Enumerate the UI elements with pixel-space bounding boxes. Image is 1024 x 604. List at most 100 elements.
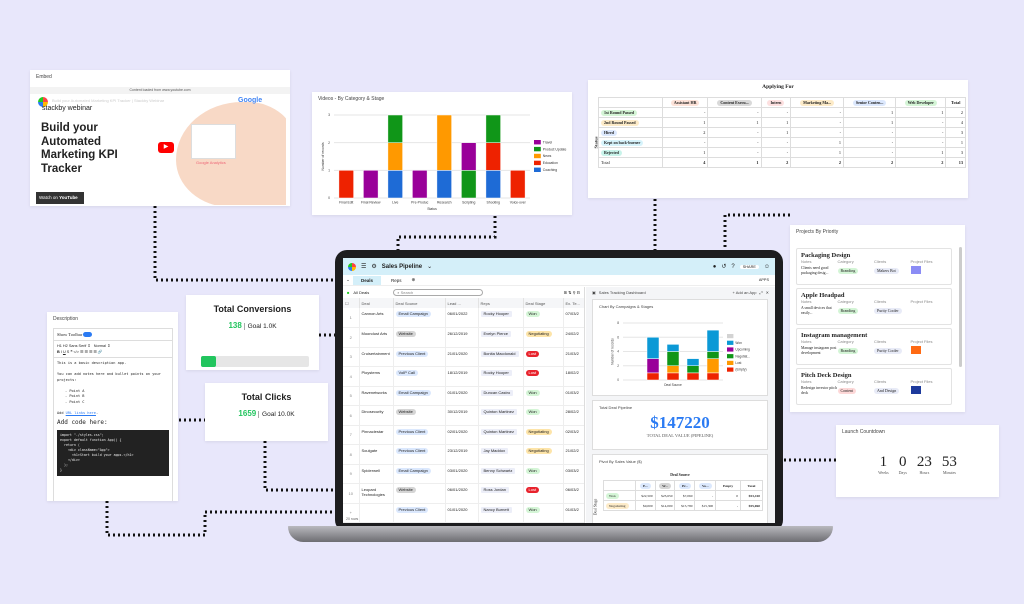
ex-cell[interactable]: 02/03/2 (563, 425, 584, 445)
ex-cell[interactable]: 18/02/2 (563, 366, 584, 387)
project-card[interactable]: Packaging Design Notes Category Clients Proj… (796, 248, 952, 285)
code-icon[interactable]: </> (73, 350, 79, 354)
bar-segment[interactable] (485, 114, 501, 143)
date-cell[interactable]: 06/01/2020 (445, 483, 479, 504)
ex-cell[interactable]: 01/03/2 (563, 386, 584, 406)
bar-segment[interactable] (387, 142, 403, 171)
font-select[interactable]: Sans Serif (69, 344, 87, 348)
stack-title[interactable]: Sales Pipeline (382, 264, 422, 270)
date-cell[interactable]: 01/01/2020 (445, 386, 479, 406)
editor[interactable]: Show Toolbar H1 H2 Sans Serif ⇕ Normal ⇕… (53, 328, 173, 501)
bar-segment[interactable] (412, 170, 428, 199)
bar-segment[interactable] (510, 170, 526, 199)
date-cell[interactable]: 06/01/2022 (445, 308, 479, 328)
apps-button[interactable]: APPS (759, 278, 769, 282)
bar-segment[interactable] (387, 114, 403, 143)
deal-cell[interactable]: Cannon Arts (359, 308, 394, 328)
project-card[interactable]: Pitch Deck Design Notes Category Clients Pro… (796, 368, 952, 405)
column-header[interactable]: Ex. Te... (563, 298, 584, 308)
rep-cell[interactable]: Jay Maddox (478, 444, 524, 465)
table-row[interactable]: 3 Cruisertainment Previous Client 21/01/202… (343, 347, 584, 367)
toolbar-toggle[interactable] (83, 332, 93, 338)
help-icon[interactable]: ? (731, 264, 734, 270)
ex-cell[interactable]: 03/03/2 (563, 464, 584, 484)
deal-cell[interactable]: Leopard Technologies (359, 483, 394, 504)
expand-icon[interactable]: ⤢ (759, 290, 762, 295)
youtube-video[interactable]: Build your Automated Marketing KPI Track… (36, 94, 286, 205)
date-cell[interactable]: 23/12/2019 (445, 444, 479, 465)
deal-cell[interactable] (359, 503, 394, 523)
table-row[interactable]: 7 Pinnaclestar Previous Client 02/01/2020 Qu… (343, 425, 584, 445)
stage-cell[interactable]: Won (523, 405, 564, 426)
ex-cell[interactable]: 21/02/2 (563, 444, 584, 465)
deal-cell[interactable]: Moondust Arts (359, 327, 394, 348)
rep-cell[interactable]: Evelyn Pierce (478, 327, 524, 348)
bar-segment[interactable] (387, 170, 403, 199)
stage-cell[interactable]: Negotiating (523, 327, 564, 348)
bar-segment[interactable] (485, 170, 501, 199)
toolbar-icons[interactable]: ⊞ ⇅ ⚲ ⊟ (564, 290, 580, 295)
bell-icon[interactable]: ● (713, 264, 717, 270)
chevron-down-icon[interactable]: ⌄ (427, 263, 432, 270)
date-cell[interactable]: 02/01/2020 (445, 425, 479, 445)
ex-cell[interactable]: 28/02/2 (563, 405, 584, 426)
deal-cell[interactable]: Dinosecurity (359, 405, 394, 426)
bar-segment[interactable] (666, 365, 680, 374)
tab-reps[interactable]: Reps (381, 276, 412, 285)
ex-cell[interactable]: 24/02/2 (563, 327, 584, 348)
source-cell[interactable]: Previous Client (393, 444, 446, 465)
source-cell[interactable]: Email Campaign (393, 386, 446, 406)
source-cell[interactable]: Previous Client (393, 425, 446, 445)
file-thumbnail[interactable] (910, 386, 921, 394)
date-cell[interactable]: 21/01/2020 (445, 347, 479, 367)
ex-cell[interactable]: 21/03/2 (563, 347, 584, 367)
search-input[interactable]: ⌕ Search (393, 289, 484, 296)
bar-segment[interactable] (686, 365, 700, 374)
share-button[interactable]: SHARE (739, 264, 759, 269)
stage-cell[interactable]: Lost (523, 483, 564, 504)
column-header[interactable]: Lead ... (445, 298, 479, 308)
date-cell[interactable]: 18/12/2019 (445, 366, 479, 387)
stage-cell[interactable]: Negotiating (523, 425, 564, 445)
dashboard-title[interactable]: Sales Tracking Dashboard (599, 290, 646, 295)
url-link[interactable]: URL links here (66, 411, 96, 415)
view-selector[interactable]: All Deals (353, 290, 369, 295)
source-cell[interactable]: Previous Client (393, 503, 446, 523)
project-card[interactable]: Apple Headpad Notes Category Clients Project… (796, 288, 952, 325)
rep-cell[interactable]: Quinton Martinez (478, 425, 524, 445)
h1-button[interactable]: H1 (57, 344, 62, 348)
table-row[interactable]: 9 Spiderwell Email Campaign 03/01/2020 Benny… (343, 464, 584, 484)
rep-cell[interactable]: Bonita Macdonald (478, 347, 524, 367)
bar-segment[interactable] (646, 372, 660, 381)
column-header[interactable]: Reps (478, 298, 524, 308)
add-tab-icon[interactable]: ⊕ (412, 277, 416, 283)
ex-cell[interactable]: 07/03/2 (563, 308, 584, 328)
stackby-logo[interactable] (348, 262, 356, 271)
table-row[interactable]: 4 Ploystems VoIP Call 18/12/2019 Rocky Hoope… (343, 366, 584, 387)
bar-segment[interactable] (646, 358, 660, 374)
link-icon[interactable]: 🔗 (98, 350, 103, 354)
stage-cell[interactable]: Won (523, 308, 564, 328)
date-cell[interactable]: 30/12/2019 (445, 405, 479, 426)
deal-cell[interactable]: Spiderwell (359, 464, 394, 484)
bar-segment[interactable] (666, 344, 680, 352)
date-cell[interactable]: 26/12/2019 (445, 327, 479, 348)
table-row[interactable]: 1 Cannon Arts Email Campaign 06/01/2022 Rock… (343, 308, 584, 328)
bar-segment[interactable] (363, 170, 379, 199)
table-row[interactable]: 10 Leopard Technologies Website 06/01/2020 R… (343, 483, 584, 504)
bar-segment[interactable] (461, 170, 477, 199)
rep-cell[interactable]: Duncan Castro (478, 386, 524, 406)
bar-segment[interactable] (706, 329, 720, 352)
rep-cell[interactable]: Rocky Hooper (478, 366, 524, 387)
bar-segment[interactable] (706, 372, 720, 381)
list-icon[interactable]: ☰ ☰ ☰ ☰ (80, 350, 97, 354)
deal-cell[interactable]: Pinnaclestar (359, 425, 394, 445)
bar-segment[interactable] (338, 170, 354, 199)
bar-segment[interactable] (666, 351, 680, 366)
menu-icon[interactable]: ☰ (361, 263, 366, 270)
table-row[interactable]: 8 Soulgate Previous Client 23/12/2019 Jay Ma… (343, 444, 584, 465)
bar-segment[interactable] (461, 142, 477, 171)
row-select-header[interactable]: ☐ (343, 298, 360, 308)
file-thumbnail[interactable] (910, 346, 921, 354)
source-cell[interactable]: Website (393, 483, 446, 504)
